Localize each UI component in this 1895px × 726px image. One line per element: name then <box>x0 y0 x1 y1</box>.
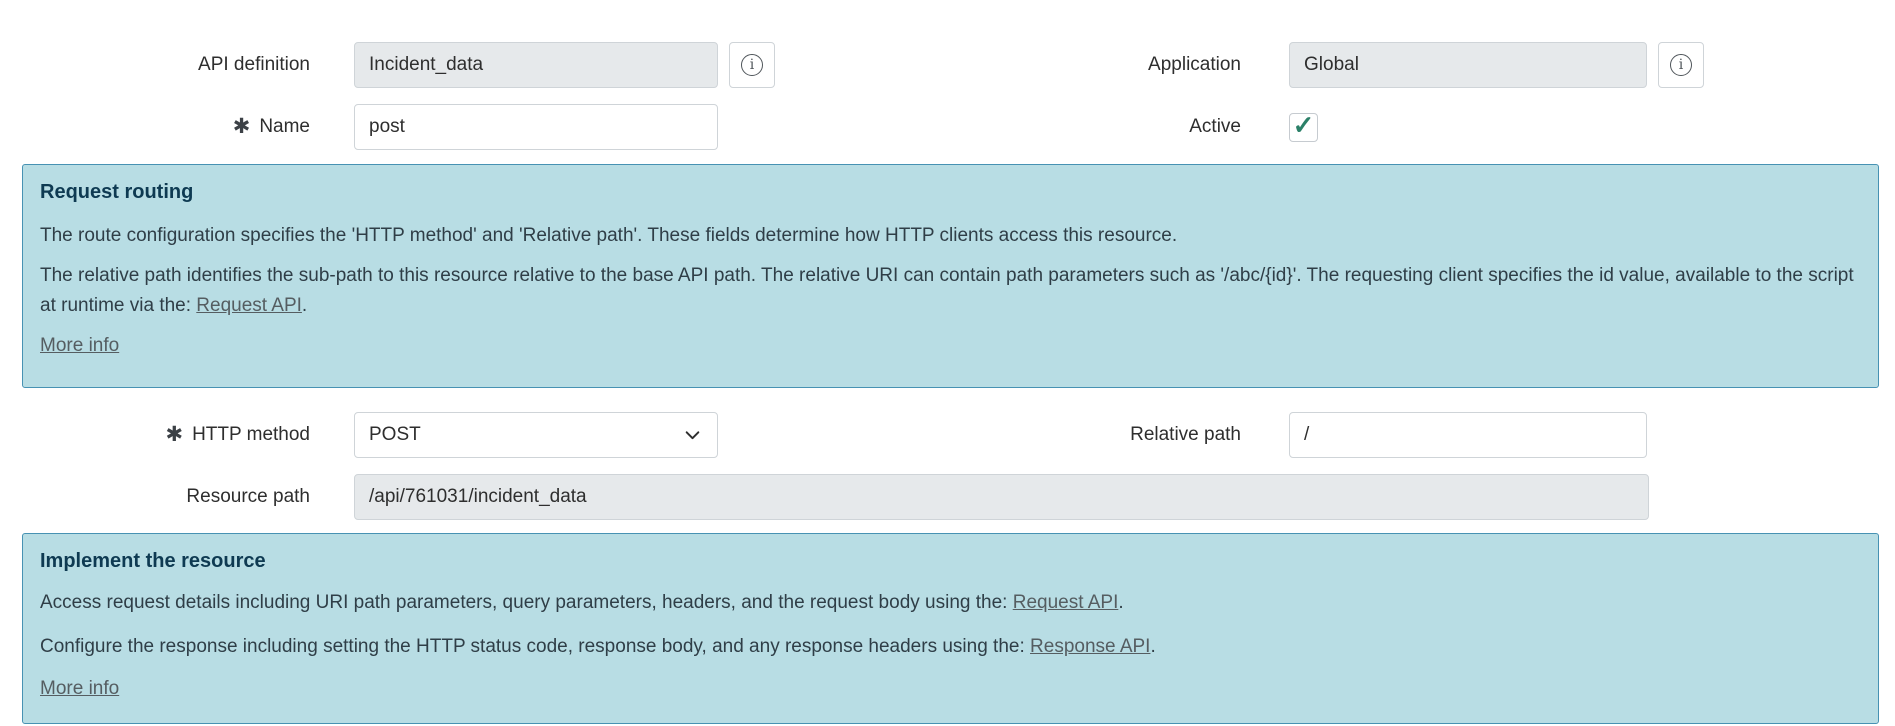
resource-path-input <box>354 474 1649 520</box>
implement-resource-title: Implement the resource <box>40 550 266 572</box>
api-definition-input <box>354 42 718 88</box>
info-icon-glyph: i <box>1678 57 1684 73</box>
active-checkbox[interactable]: ✓ <box>1289 110 1318 142</box>
api-definition-info-button[interactable]: i <box>729 42 775 88</box>
relative-path-label-text: Relative path <box>1130 424 1241 445</box>
chevron-down-icon <box>685 430 700 439</box>
response-api-link[interactable]: Response API <box>1030 636 1150 657</box>
form-row-http-method: ✱ HTTP method POST Relative path <box>0 412 1895 458</box>
implement-resource-paragraph-1: Access request details including URI pat… <box>40 588 1861 618</box>
api-definition-label-text: API definition <box>198 54 310 75</box>
paragraph-text: . <box>301 295 308 316</box>
request-routing-paragraph-2: The relative path identifies the sub-pat… <box>40 261 1861 321</box>
active-label: Active <box>718 116 1241 138</box>
http-method-select[interactable]: POST <box>354 412 718 458</box>
api-definition-label: API definition <box>0 54 310 76</box>
name-label: ✱ Name <box>0 116 310 138</box>
name-label-text: Name <box>259 116 310 137</box>
http-method-value: POST <box>369 424 421 445</box>
resource-path-label: Resource path <box>0 486 310 508</box>
name-input[interactable] <box>354 104 718 150</box>
http-method-label-text: HTTP method <box>192 424 310 445</box>
form-row-resource-path: Resource path <box>0 474 1895 520</box>
required-icon: ✱ <box>165 422 184 446</box>
paragraph-text: The route configuration specifies the 'H… <box>40 225 1178 246</box>
rest-resource-form: API definition i Application i ✱ Name Ac… <box>0 0 1895 726</box>
application-label: Application <box>775 54 1241 76</box>
resource-path-label-text: Resource path <box>186 486 310 507</box>
request-routing-paragraph-1: The route configuration specifies the 'H… <box>40 221 1861 251</box>
info-icon-glyph: i <box>749 57 755 73</box>
relative-path-label: Relative path <box>718 424 1241 446</box>
paragraph-text: Configure the response including setting… <box>40 636 1031 657</box>
request-api-link[interactable]: Request API <box>1013 592 1119 613</box>
request-routing-info-box: Request routing The route configuration … <box>22 164 1879 388</box>
info-icon: i <box>741 54 763 76</box>
paragraph-text: . <box>1150 636 1156 657</box>
more-info-link[interactable]: More info <box>40 674 119 704</box>
paragraph-text: The relative path identifies the sub-pat… <box>40 265 1854 316</box>
paragraph-text: Access request details including URI pat… <box>40 592 1013 613</box>
request-routing-title: Request routing <box>40 181 194 203</box>
application-label-text: Application <box>1148 54 1241 75</box>
form-row-name: ✱ Name Active ✓ <box>0 104 1895 150</box>
active-label-text: Active <box>1189 116 1241 137</box>
required-icon: ✱ <box>232 114 251 138</box>
implement-resource-info-box: Implement the resource Access request de… <box>22 533 1879 724</box>
relative-path-input[interactable] <box>1289 412 1647 458</box>
info-icon: i <box>1670 54 1692 76</box>
paragraph-text: . <box>1118 592 1124 613</box>
implement-resource-paragraph-2: Configure the response including setting… <box>40 632 1861 662</box>
more-info-link[interactable]: More info <box>40 331 119 361</box>
check-icon: ✓ <box>1292 110 1315 140</box>
http-method-label: ✱ HTTP method <box>0 424 310 446</box>
request-api-link[interactable]: Request API <box>196 295 302 316</box>
application-info-button[interactable]: i <box>1658 42 1704 88</box>
application-input <box>1289 42 1647 88</box>
form-row-api-definition: API definition i Application i <box>0 42 1895 88</box>
